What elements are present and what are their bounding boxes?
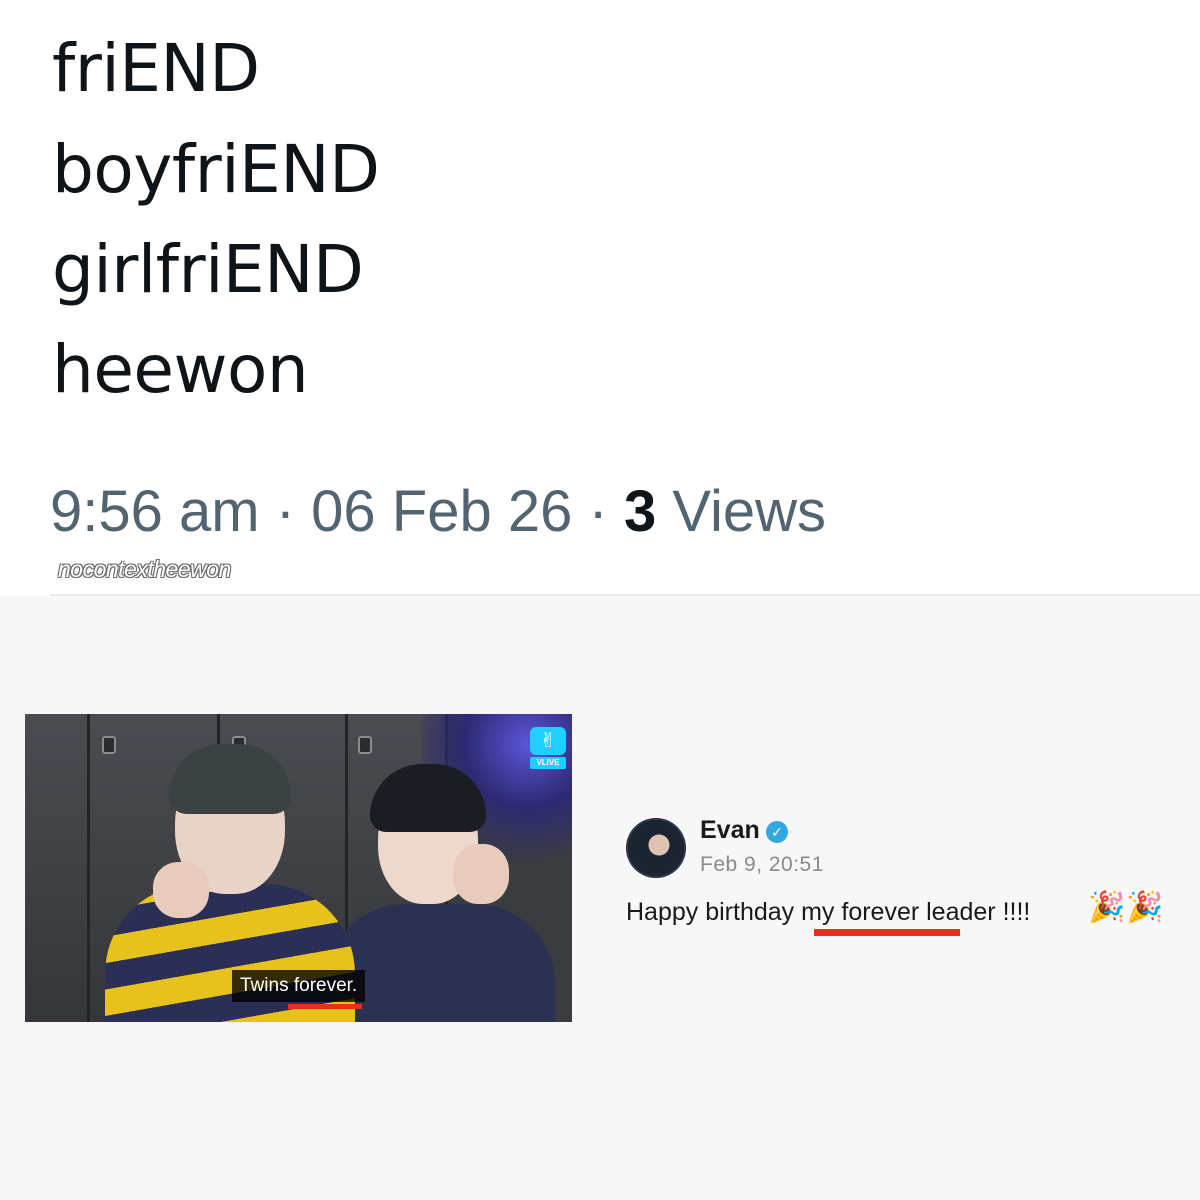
meta-separator: · — [588, 479, 608, 544]
party-popper-icon: 🎉 — [1088, 891, 1126, 924]
locker-door — [25, 714, 90, 1022]
highlight-underline — [814, 929, 960, 936]
video-subtitle: Twins forever. — [232, 970, 366, 1002]
post-text: Happy birthday my forever leader !!!! — [626, 898, 1031, 926]
post-timestamp: Feb 9, 20:51 — [700, 853, 824, 876]
tweet-screenshot: friEND boyfriEND girlfriEND heewon 9:56 … — [0, 0, 1200, 595]
tweet-date[interactable]: 06 Feb 26 — [311, 479, 572, 544]
vlive-logo-icon: ✌ VLIVE — [530, 727, 566, 771]
pointing-hand — [153, 862, 209, 918]
vlive-v-mark: ✌ — [530, 727, 566, 755]
tweet-text-line: boyfriEND — [52, 131, 380, 208]
avatar[interactable] — [626, 818, 686, 878]
vlive-logo-text: VLIVE — [530, 757, 566, 769]
highlight-underline — [288, 1004, 362, 1009]
verified-badge-icon: ✓ — [766, 821, 788, 843]
meta-separator: · — [275, 479, 296, 544]
tweet-time[interactable]: 9:56 am — [50, 479, 260, 544]
views-count[interactable]: 3 — [624, 479, 656, 544]
watermark: nocontextheewon — [58, 556, 231, 582]
author-name[interactable]: Evan — [700, 816, 760, 845]
views-label[interactable]: Views — [672, 479, 826, 544]
party-popper-icon: 🎉 — [1126, 891, 1164, 924]
tweet-meta: 9:56 am · 06 Feb 26 · 3 Views — [50, 478, 826, 545]
pointing-hand — [453, 844, 509, 904]
tweet-text-line: girlfriEND — [52, 231, 364, 308]
tweet-text-line: heewon — [52, 331, 309, 408]
tweet-text-line: friEND — [52, 30, 260, 107]
